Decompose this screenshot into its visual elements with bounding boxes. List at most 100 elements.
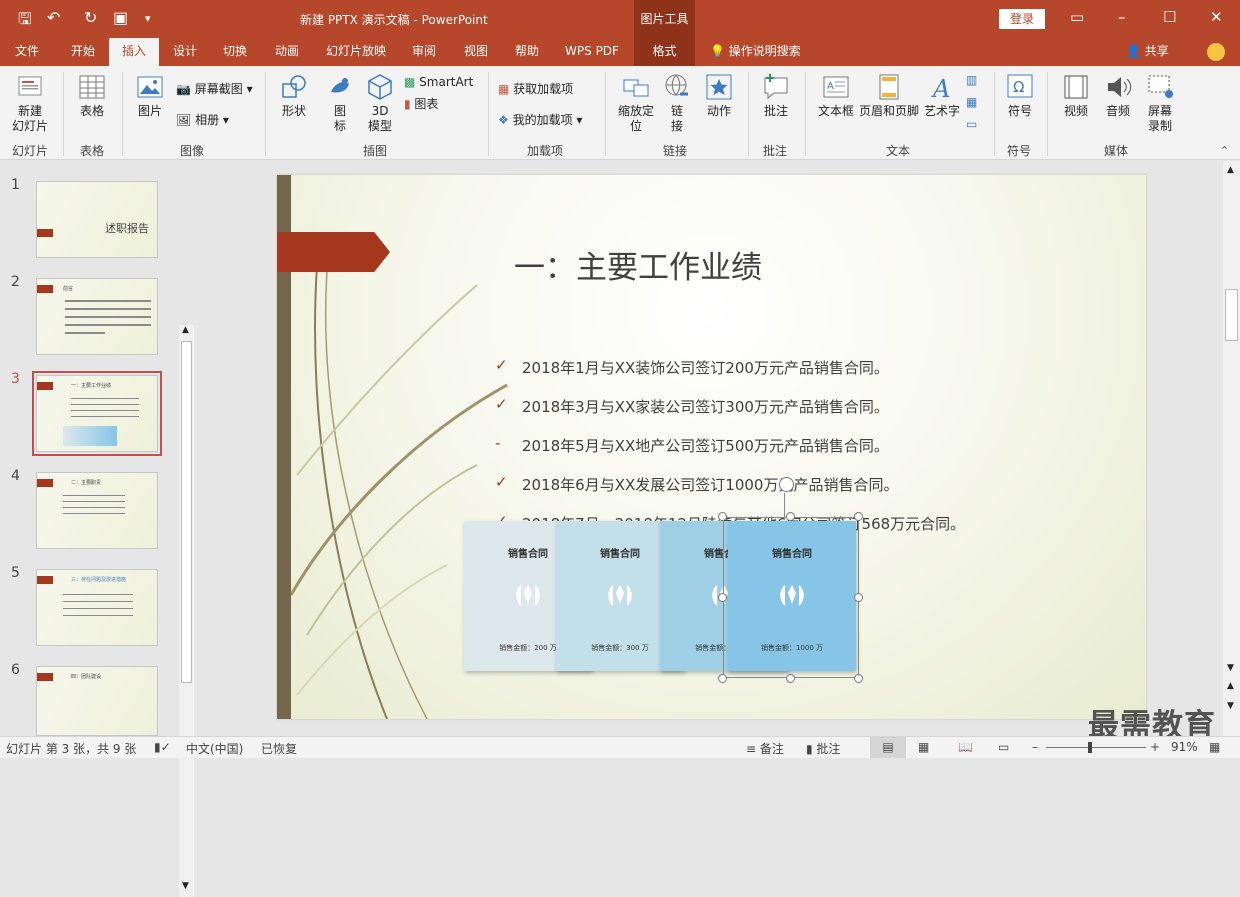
thumb-number: 5 bbox=[11, 565, 20, 581]
thumbnail-scrollbar[interactable]: ▲ ▼ bbox=[179, 325, 194, 897]
slide-thumbnail-1[interactable]: 述职报告 bbox=[36, 181, 158, 258]
get-addins-button[interactable]: ▦ 获取加载项 bbox=[498, 81, 573, 97]
close-icon[interactable]: ✕ bbox=[1210, 8, 1223, 26]
wordart-button[interactable]: A 艺术字 bbox=[922, 72, 962, 119]
resize-handle-nw[interactable] bbox=[718, 512, 727, 521]
zoom-button[interactable]: 缩放定 位 bbox=[612, 72, 660, 134]
screen-record-button[interactable]: 屏幕 录制 bbox=[1140, 72, 1180, 134]
bullet-text[interactable]: 2018年3月与XX家装公司签订300万元产品销售合同。 bbox=[522, 396, 889, 417]
header-footer-button[interactable]: 页眉和页脚 bbox=[858, 72, 920, 119]
scroll-down-icon[interactable]: ▼ bbox=[1227, 663, 1234, 673]
table-button[interactable]: 表格 bbox=[70, 72, 114, 119]
scroll-down-icon[interactable]: ▼ bbox=[182, 881, 189, 891]
zoom-slider-track[interactable] bbox=[1046, 747, 1146, 748]
comment-button[interactable]: 批注 bbox=[756, 72, 796, 119]
shapes-icon bbox=[282, 75, 306, 98]
undo-icon[interactable]: ↶ bbox=[47, 8, 60, 27]
tab-insert[interactable]: 插入 bbox=[109, 38, 159, 66]
zoom-in-icon[interactable]: + bbox=[1150, 740, 1160, 754]
slide-thumbnail-3[interactable]: 一：主要工作业绩 bbox=[32, 371, 162, 456]
feedback-smiley-icon[interactable] bbox=[1207, 43, 1225, 61]
video-button[interactable]: 视频 bbox=[1056, 72, 1096, 119]
rotate-handle[interactable] bbox=[779, 477, 794, 492]
accessibility-icon[interactable]: ▮✓ bbox=[154, 740, 171, 754]
tab-design[interactable]: 设计 bbox=[163, 38, 207, 66]
bullet-text[interactable]: 2018年1月与XX装饰公司签订200万元产品销售合同。 bbox=[522, 357, 889, 378]
tab-help[interactable]: 帮助 bbox=[505, 38, 549, 66]
resize-handle-ne[interactable] bbox=[854, 512, 863, 521]
my-addins-button[interactable]: ❖ 我的加载项 ▾ bbox=[498, 112, 582, 128]
slide-sorter-icon[interactable]: ▦ bbox=[918, 740, 929, 754]
textbox-button[interactable]: A 文本框 bbox=[814, 72, 858, 119]
scroll-thumb[interactable] bbox=[1225, 289, 1238, 341]
tab-review[interactable]: 审阅 bbox=[402, 38, 446, 66]
smartart-button[interactable]: ▩ SmartArt bbox=[404, 74, 473, 90]
zoom-level[interactable]: 91% bbox=[1171, 740, 1198, 754]
screenshot-button[interactable]: 📷 屏幕截图 ▾ bbox=[176, 81, 253, 97]
language-indicator[interactable]: 中文(中国) bbox=[186, 740, 243, 757]
scroll-thumb[interactable] bbox=[181, 341, 192, 683]
album-button[interactable]: 🖼 相册 ▾ bbox=[176, 112, 229, 128]
slide-number-icon[interactable]: ▦ bbox=[966, 94, 977, 110]
ribbon-display-options-icon[interactable]: ▭ bbox=[1070, 8, 1084, 26]
scroll-up-icon[interactable]: ▲ bbox=[1227, 165, 1234, 175]
slideshow-icon[interactable]: ▭ bbox=[998, 740, 1009, 754]
slide-title[interactable]: 一：主要工作业绩 bbox=[514, 242, 762, 287]
resize-handle-w[interactable] bbox=[718, 593, 727, 602]
bullet-text[interactable]: 2018年5月与XX地产公司签订500万元产品销售合同。 bbox=[522, 435, 889, 456]
resize-handle-e[interactable] bbox=[854, 593, 863, 602]
login-button[interactable]: 登录 bbox=[999, 9, 1045, 29]
tab-view[interactable]: 视图 bbox=[454, 38, 498, 66]
tab-animations[interactable]: 动画 bbox=[265, 38, 309, 66]
slide-thumbnail-4[interactable]: 二：主要职责 bbox=[36, 472, 158, 549]
slide-thumbnail-2[interactable]: 前言 bbox=[36, 278, 158, 355]
notes-button[interactable]: ≡ 备注 bbox=[746, 740, 784, 757]
reading-view-icon[interactable]: 📖 bbox=[958, 740, 973, 754]
picture-button[interactable]: 图片 bbox=[130, 72, 170, 119]
share-button[interactable]: 👤 共享 bbox=[1126, 38, 1169, 64]
slide-thumbnail-5[interactable]: 三：存在问题及改进措施 bbox=[36, 569, 158, 646]
audio-button[interactable]: 音频 bbox=[1098, 72, 1138, 119]
zoom-out-icon[interactable]: – bbox=[1032, 740, 1038, 754]
maximize-icon[interactable]: ☐ bbox=[1163, 8, 1176, 26]
resize-handle-n[interactable] bbox=[786, 512, 795, 521]
fit-to-window-icon[interactable]: ▦ bbox=[1209, 740, 1220, 754]
present-from-start-icon[interactable]: ▣ bbox=[113, 8, 128, 27]
minimize-icon[interactable]: – bbox=[1118, 8, 1126, 26]
link-button[interactable]: 链 接 bbox=[660, 72, 694, 134]
symbol-button[interactable]: Ω 符号 bbox=[1000, 72, 1040, 119]
scroll-up-icon[interactable]: ▲ bbox=[182, 325, 189, 335]
tab-wps-pdf[interactable]: WPS PDF bbox=[558, 38, 626, 66]
action-button[interactable]: 动作 bbox=[700, 72, 738, 119]
slide-canvas[interactable]: 一：主要工作业绩 ✓ 2018年1月与XX装饰公司签订200万元产品销售合同。 … bbox=[277, 175, 1146, 719]
zoom-slider-thumb[interactable] bbox=[1088, 742, 1092, 753]
slide-thumbnail-6[interactable]: 四：团队建设 bbox=[36, 666, 158, 736]
tab-slideshow[interactable]: 幻灯片放映 bbox=[318, 38, 394, 66]
tab-file[interactable]: 文件 bbox=[6, 38, 48, 66]
normal-view-icon[interactable]: ▤ bbox=[870, 737, 906, 758]
redo-icon[interactable]: ↻ bbox=[84, 8, 97, 27]
tab-home[interactable]: 开始 bbox=[60, 38, 106, 66]
tab-transitions[interactable]: 切换 bbox=[213, 38, 257, 66]
tab-format[interactable]: 格式 bbox=[634, 38, 695, 66]
resize-handle-s[interactable] bbox=[786, 674, 795, 683]
3d-model-button[interactable]: 3D 模型 bbox=[360, 72, 400, 134]
editor-scrollbar[interactable]: ▲ ▼ ▲ ▼ bbox=[1223, 161, 1240, 736]
date-time-icon[interactable]: ▥ bbox=[966, 72, 977, 88]
new-slide-button[interactable]: 新建 幻灯片 bbox=[4, 72, 56, 134]
resize-handle-sw[interactable] bbox=[718, 674, 727, 683]
shapes-button[interactable]: 形状 bbox=[273, 72, 315, 119]
tell-me-search[interactable]: 💡 操作说明搜索 bbox=[710, 38, 801, 66]
save-icon[interactable]: 🖫 bbox=[18, 8, 32, 35]
resize-handle-se[interactable] bbox=[854, 674, 863, 683]
slide-counter: 幻灯片 第 3 张，共 9 张 bbox=[6, 742, 137, 756]
bullet-text[interactable]: 2018年6月与XX发展公司签订1000万元产品销售合同。 bbox=[522, 474, 898, 495]
comments-button[interactable]: ▮ 批注 bbox=[806, 740, 840, 757]
chart-button[interactable]: ▮ 图表 bbox=[404, 96, 438, 112]
customize-qat-icon[interactable]: ▾ bbox=[145, 12, 151, 25]
previous-slide-icon[interactable]: ▲ bbox=[1227, 681, 1234, 691]
next-slide-icon[interactable]: ▼ bbox=[1227, 701, 1234, 711]
collapse-ribbon-icon[interactable]: ⌃ bbox=[1220, 144, 1229, 157]
icons-button[interactable]: 图 标 bbox=[320, 72, 360, 134]
object-icon[interactable]: ▭ bbox=[966, 116, 977, 132]
